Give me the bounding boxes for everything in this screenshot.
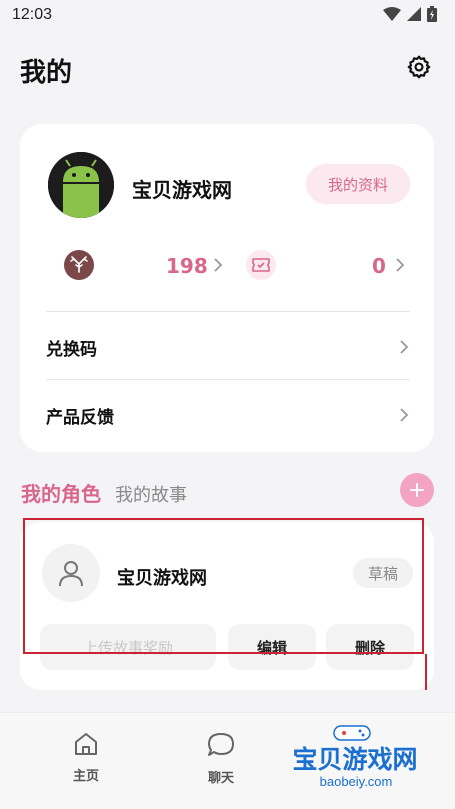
my-info-button[interactable]: 我的资料 (306, 164, 410, 204)
stat-value-tickets[interactable]: 0 (372, 254, 386, 278)
watermark-logo: 宝贝游戏网 baobeiy.com (280, 722, 430, 806)
page-title: 我的 (20, 58, 73, 88)
chevron-right-icon (400, 408, 409, 422)
home-icon (75, 733, 97, 755)
menu-item-label: 兑换码 (46, 339, 97, 360)
watermark-url: baobeiy.com (319, 774, 393, 789)
status-badge: 草稿 (353, 558, 413, 588)
status-icons (383, 6, 437, 22)
watermark-text: 宝贝游戏网 (292, 745, 418, 774)
chevron-right-icon (214, 258, 223, 272)
nav-chat[interactable]: 聊天 (191, 731, 251, 786)
upload-story-reward-button[interactable]: 上传故事奖励 (40, 624, 216, 670)
settings-button[interactable] (404, 52, 434, 82)
add-role-button[interactable] (400, 473, 434, 507)
battery-icon (427, 6, 437, 22)
status-time: 12:03 (12, 6, 53, 23)
tab-my-roles[interactable]: 我的角色 (21, 478, 101, 507)
highlight-tick (425, 654, 427, 690)
avatar[interactable] (48, 152, 114, 218)
nav-home[interactable]: 主页 (56, 731, 116, 784)
divider (46, 311, 410, 312)
menu-item-redeem-code[interactable]: 兑换码 (46, 314, 410, 380)
user-icon (59, 561, 83, 587)
nav-label: 主页 (72, 769, 99, 784)
edit-button[interactable]: 编辑 (228, 624, 316, 670)
tab-my-stories[interactable]: 我的故事 (115, 481, 187, 507)
divider (46, 379, 410, 380)
status-bar: 12:03 (0, 0, 455, 32)
role-name: 宝贝游戏网 (117, 568, 207, 589)
android-robot-icon (48, 152, 114, 218)
menu-item-label: 产品反馈 (46, 407, 114, 428)
username: 宝贝游戏网 (132, 178, 232, 202)
chat-bubble-icon (208, 733, 234, 756)
stat-value-coins[interactable]: 198 (166, 254, 208, 278)
tab-bar: 我的角色 我的故事 (21, 478, 187, 507)
chevron-right-icon (396, 258, 405, 272)
plus-icon (410, 483, 424, 497)
signal-icon (407, 7, 421, 21)
antler-badge-icon (64, 250, 94, 280)
nav-label: 聊天 (207, 771, 234, 786)
gear-icon (407, 55, 431, 79)
role-avatar (42, 544, 100, 602)
gamepad-icon (333, 725, 371, 741)
menu-item-product-feedback[interactable]: 产品反馈 (46, 382, 410, 448)
delete-button[interactable]: 删除 (326, 624, 414, 670)
chevron-right-icon (400, 340, 409, 354)
ticket-icon (246, 250, 276, 280)
role-card[interactable]: 宝贝游戏网 草稿 上传故事奖励 编辑 删除 (20, 522, 434, 690)
profile-card: 宝贝游戏网 我的资料 198 0 兑换码 产品反馈 (20, 124, 434, 452)
wifi-icon (383, 7, 401, 21)
